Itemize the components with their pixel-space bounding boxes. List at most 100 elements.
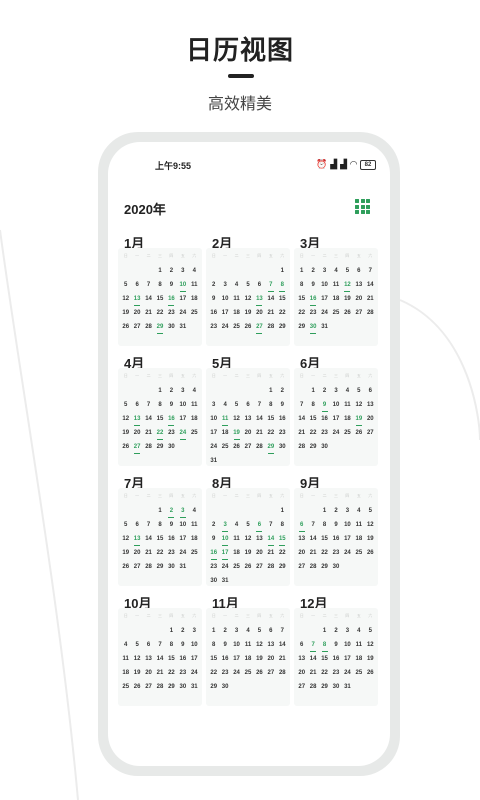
day-cell[interactable]: 26 [342,309,353,323]
day-cell[interactable]: 30 [330,683,341,697]
day-cell[interactable]: 27 [254,323,265,337]
day-cell[interactable]: 16 [277,415,288,429]
day-cell[interactable]: 15 [265,415,276,429]
day-cell[interactable]: 11 [189,281,200,295]
day-cell[interactable]: 15 [307,415,318,429]
day-cell[interactable]: 25 [219,443,230,457]
day-cell[interactable]: 27 [143,683,154,697]
day-cell[interactable]: 26 [120,563,131,577]
month-7[interactable]: 7月日一二三四五六 1 2 3 4 5 6 7 8 9 10 11 12 13 14 15 16 17 18 19 20… [118,472,202,586]
day-cell[interactable]: 27 [131,443,142,457]
day-cell[interactable]: 18 [219,429,230,443]
day-cell[interactable]: 18 [231,309,242,323]
day-cell[interactable]: 6 [131,281,142,295]
month-10[interactable]: 10月日一二三四五六 1 2 3 4 5 6 7 8 9 10 11 12 13 14 15 16 17 18 19 2… [118,592,202,706]
day-cell[interactable]: 13 [353,281,364,295]
day-cell[interactable]: 21 [277,655,288,669]
day-cell[interactable]: 20 [242,429,253,443]
day-cell[interactable]: 14 [254,415,265,429]
day-cell[interactable]: 12 [120,535,131,549]
day-cell[interactable]: 13 [265,641,276,655]
day-cell[interactable]: 14 [143,415,154,429]
day-cell[interactable]: 22 [277,309,288,323]
day-cell[interactable]: 30 [177,683,188,697]
day-cell[interactable]: 29 [277,563,288,577]
day-cell[interactable]: 17 [319,295,330,309]
day-cell[interactable]: 22 [307,429,318,443]
day-cell[interactable]: 4 [330,267,341,281]
day-cell[interactable]: 4 [189,507,200,521]
day-cell[interactable]: 4 [242,627,253,641]
month-card[interactable]: 日一二三四五六 1 2 3 4 5 6 7 8 9 10 11 12 13 14 15 16 17 18 19 20 21… [118,248,202,346]
day-cell[interactable]: 7 [307,641,318,655]
day-cell[interactable]: 24 [219,323,230,337]
day-cell[interactable]: 9 [166,401,177,415]
day-cell[interactable]: 9 [307,281,318,295]
day-cell[interactable]: 5 [254,627,265,641]
day-cell[interactable]: 2 [219,627,230,641]
day-cell[interactable]: 11 [231,295,242,309]
day-cell[interactable]: 17 [330,415,341,429]
day-cell[interactable]: 24 [219,563,230,577]
day-cell[interactable]: 20 [131,429,142,443]
day-cell[interactable]: 24 [342,669,353,683]
day-cell[interactable]: 22 [319,549,330,563]
day-cell[interactable]: 17 [231,655,242,669]
day-cell[interactable]: 2 [330,507,341,521]
day-cell[interactable]: 29 [265,443,276,457]
day-cell[interactable]: 6 [296,521,307,535]
day-cell[interactable]: 17 [219,309,230,323]
day-cell[interactable]: 11 [342,401,353,415]
day-cell[interactable]: 24 [208,443,219,457]
day-cell[interactable]: 5 [242,521,253,535]
day-cell[interactable]: 11 [189,521,200,535]
day-cell[interactable]: 2 [177,627,188,641]
day-cell[interactable]: 10 [342,641,353,655]
day-cell[interactable]: 5 [365,627,376,641]
day-cell[interactable]: 8 [154,521,165,535]
day-cell[interactable]: 16 [330,655,341,669]
day-cell[interactable]: 2 [166,387,177,401]
day-cell[interactable]: 20 [296,669,307,683]
day-cell[interactable]: 1 [154,387,165,401]
day-cell[interactable]: 7 [265,281,276,295]
day-cell[interactable]: 29 [319,683,330,697]
day-cell[interactable]: 28 [277,669,288,683]
day-cell[interactable]: 7 [307,521,318,535]
day-cell[interactable]: 11 [219,415,230,429]
day-cell[interactable]: 15 [277,535,288,549]
day-cell[interactable]: 23 [330,549,341,563]
day-cell[interactable]: 3 [219,521,230,535]
day-cell[interactable]: 12 [254,641,265,655]
day-cell[interactable]: 6 [296,641,307,655]
day-cell[interactable]: 26 [365,669,376,683]
day-cell[interactable]: 17 [177,415,188,429]
day-cell[interactable]: 12 [365,641,376,655]
day-cell[interactable]: 26 [353,429,364,443]
day-cell[interactable]: 4 [342,387,353,401]
month-card[interactable]: 日一二三四五六 1 2 3 4 5 6 7 8 9 10 11 12 13 14 15 16 17 18 19 20 21… [206,488,290,586]
day-cell[interactable]: 10 [319,281,330,295]
day-cell[interactable]: 18 [189,535,200,549]
day-cell[interactable]: 31 [342,683,353,697]
day-cell[interactable]: 20 [265,655,276,669]
day-cell[interactable]: 22 [277,549,288,563]
day-cell[interactable]: 11 [189,401,200,415]
day-cell[interactable]: 20 [353,295,364,309]
month-12[interactable]: 12月日一二三四五六 1 2 3 4 5 6 7 8 9 10 11 12 13 14 15 16 17 18 19 2… [294,592,378,706]
day-cell[interactable]: 28 [254,443,265,457]
day-cell[interactable]: 13 [365,401,376,415]
day-cell[interactable]: 1 [277,267,288,281]
day-cell[interactable]: 26 [231,443,242,457]
day-cell[interactable]: 28 [143,323,154,337]
day-cell[interactable]: 31 [189,683,200,697]
day-cell[interactable]: 14 [265,295,276,309]
day-cell[interactable]: 18 [342,415,353,429]
day-cell[interactable]: 9 [208,295,219,309]
day-cell[interactable]: 25 [231,323,242,337]
day-cell[interactable]: 3 [177,267,188,281]
day-cell[interactable]: 7 [265,521,276,535]
day-cell[interactable]: 17 [219,549,230,563]
day-cell[interactable]: 21 [154,669,165,683]
day-cell[interactable]: 22 [319,669,330,683]
